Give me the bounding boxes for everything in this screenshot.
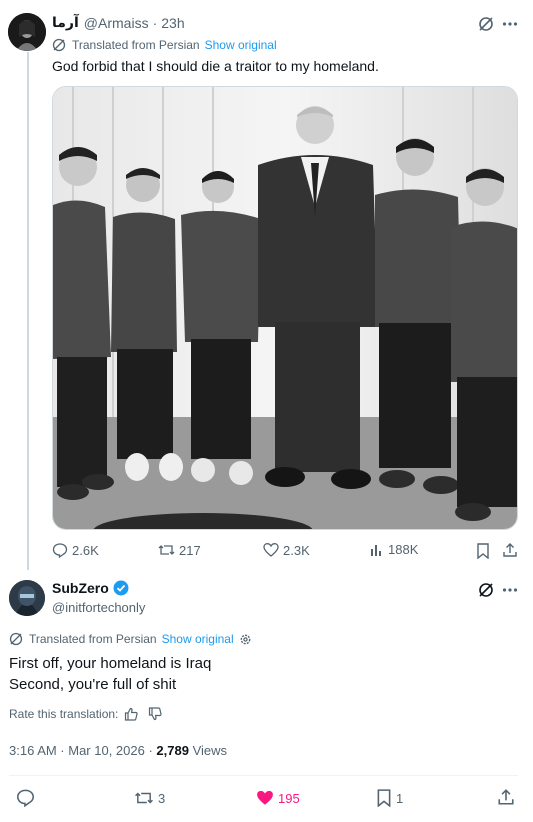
heart-icon — [263, 542, 279, 558]
reply-icon[interactable] — [16, 788, 35, 807]
display-name-row: SubZero — [52, 580, 129, 596]
show-original-link[interactable]: Show original — [162, 632, 234, 646]
rate-label: Rate this translation: — [9, 707, 119, 721]
avatar[interactable] — [9, 580, 45, 616]
tweet-header: آرما @Armaiss · 23h — [52, 14, 185, 31]
bookmark-icon — [376, 789, 392, 807]
views-count: 188K — [388, 542, 419, 557]
share-icon[interactable] — [502, 542, 518, 558]
display-name[interactable]: SubZero — [52, 580, 109, 596]
tweet-photo[interactable] — [52, 86, 518, 530]
bookmark-button[interactable]: 1 — [376, 789, 403, 807]
avatar[interactable] — [8, 13, 46, 51]
views-button[interactable]: 188K — [370, 542, 418, 557]
tweet-text-line: Second, you're full of shit — [9, 676, 177, 693]
share-icon[interactable] — [497, 788, 515, 806]
bookmark-icon[interactable] — [476, 543, 490, 559]
reply-button[interactable]: 2.6K — [52, 542, 99, 558]
rate-translation: Rate this translation: — [9, 707, 163, 721]
more-options-icon[interactable] — [502, 15, 518, 33]
bookmark-count: 1 — [396, 790, 404, 806]
views-label: Views — [188, 743, 228, 758]
display-name[interactable]: آرما — [52, 14, 79, 31]
grok-icon[interactable] — [477, 581, 495, 599]
post-timestamp[interactable]: 3:16 AM · Mar 10, 2026 · — [9, 743, 156, 758]
like-count: 195 — [278, 790, 300, 806]
like-count: 2.3K — [283, 542, 310, 558]
tweet-text: God forbid that I should die a traitor t… — [52, 58, 379, 74]
heart-filled-icon — [256, 789, 274, 807]
thumbs-up-icon[interactable] — [124, 707, 139, 721]
translated-label: Translated from Persian — [72, 38, 200, 52]
tweet-text-line: First off, your homeland is Iraq — [9, 655, 212, 672]
translate-icon — [9, 632, 23, 646]
thumbs-down-icon[interactable] — [148, 707, 163, 721]
like-button[interactable]: 195 — [256, 789, 300, 807]
repost-button[interactable]: 217 — [158, 542, 201, 558]
views-icon — [370, 543, 384, 557]
more-options-icon[interactable] — [502, 581, 518, 599]
like-button[interactable]: 2.3K — [263, 542, 310, 558]
views-count: 2,789 — [156, 743, 189, 758]
translation-notice: Translated from Persian Show original — [52, 38, 277, 52]
translation-notice: Translated from Persian Show original — [9, 632, 252, 646]
repost-icon — [134, 789, 154, 807]
tweet-text: First off, your homeland is Iraq Second,… — [9, 653, 211, 695]
reply-count: 2.6K — [72, 542, 99, 558]
repost-count: 217 — [179, 542, 201, 558]
verified-badge-icon — [113, 580, 129, 596]
divider — [9, 775, 518, 776]
thread-connector-line — [27, 52, 29, 570]
translated-label: Translated from Persian — [29, 632, 157, 646]
grok-icon[interactable] — [477, 15, 495, 33]
settings-gear-icon[interactable] — [239, 633, 252, 646]
handle[interactable]: @initfortechonly — [52, 600, 145, 615]
reply-icon — [52, 542, 68, 558]
handle[interactable]: @Armaiss — [84, 15, 149, 31]
separator: · — [152, 14, 158, 31]
repost-count: 3 — [158, 790, 166, 806]
timestamp[interactable]: 23h — [161, 15, 184, 31]
repost-button[interactable]: 3 — [134, 789, 165, 807]
tweet-meta: 3:16 AM · Mar 10, 2026 · 2,789 Views — [9, 743, 227, 758]
show-original-link[interactable]: Show original — [205, 38, 277, 52]
repost-icon — [158, 542, 175, 558]
translate-icon — [52, 38, 66, 52]
